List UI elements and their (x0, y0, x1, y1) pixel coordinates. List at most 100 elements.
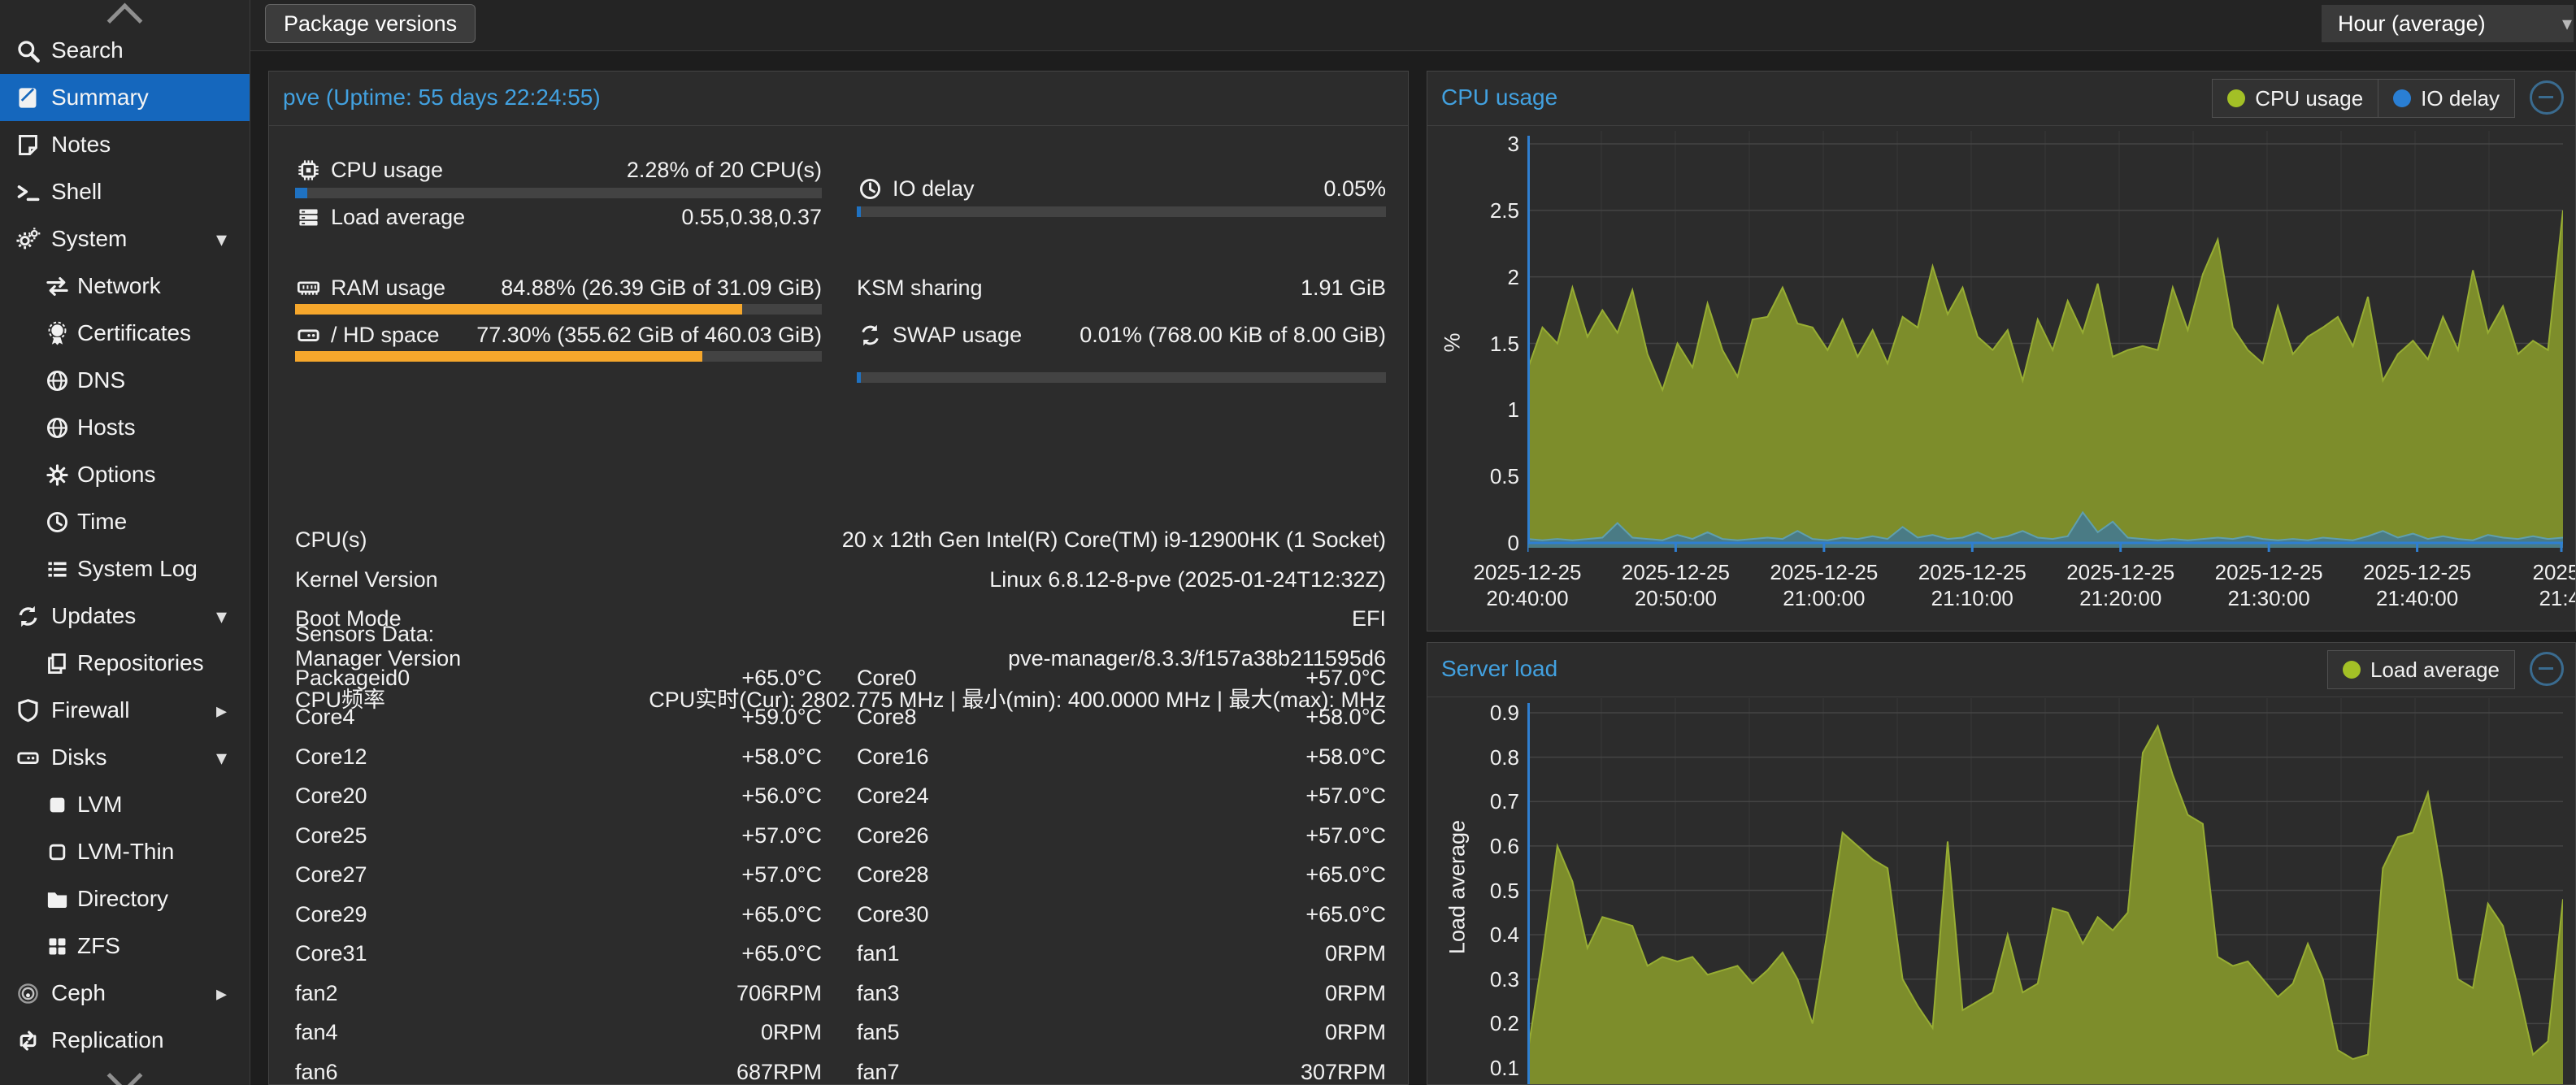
sensor-value: +57.0°C (1305, 783, 1386, 809)
sidebar-item-updates[interactable]: Updates▾ (0, 592, 250, 640)
sidebar-item-directory[interactable]: Directory (0, 875, 250, 922)
x-axis-tick: 2025-12-2521:40:00 (2336, 559, 2499, 611)
sidebar-item-disks[interactable]: Disks ▾ (0, 734, 250, 781)
copies-icon (42, 649, 72, 678)
sidebar-item-system[interactable]: System▾ (0, 215, 250, 263)
sensor-value: +58.0°C (1305, 744, 1386, 770)
undo-zoom-icon[interactable] (2530, 80, 2564, 115)
legend-io-delay-label: IO delay (2421, 86, 2500, 111)
sensor-value: 307RPM (1301, 1060, 1386, 1085)
sensor-cell: Core30+65.0°C (857, 898, 1386, 931)
server-load-chart[interactable] (1527, 698, 2563, 1085)
sensor-name: fan1 (857, 941, 900, 966)
y-axis-tick: 0.1 (1442, 1055, 1519, 1081)
ram-usage-value: 84.88% (26.39 GiB of 31.09 GiB) (501, 276, 822, 301)
hd-space-value: 77.30% (355.62 GiB of 460.03 GiB) (476, 323, 822, 348)
swap-usage-value: 0.01% (768.00 KiB of 8.00 GiB) (1079, 323, 1386, 348)
sidebar-item-label: System Log (77, 556, 198, 582)
x-axis-tick: 2025-12-2521:30:00 (2187, 559, 2350, 611)
cpu-usage-label: CPU usage (331, 158, 443, 183)
sensor-value: 0RPM (1325, 981, 1386, 1006)
network-icon (42, 271, 72, 301)
legend-load-average[interactable]: Load average (2327, 650, 2515, 689)
sensor-name: Core26 (857, 823, 929, 848)
legend-io-delay[interactable]: IO delay (2378, 79, 2515, 118)
sidebar-item-shell[interactable]: Shell (0, 168, 250, 215)
sidebar-item-firewall[interactable]: Firewall▸ (0, 687, 250, 734)
sidebar-item-dns[interactable]: DNS (0, 357, 250, 404)
sensor-value: +65.0°C (1305, 902, 1386, 927)
sidebar-item-repositories[interactable]: Repositories (0, 640, 250, 687)
y-axis-tick: 0 (1442, 530, 1519, 556)
sensor-cell: Core26 +57.0°C (857, 819, 1386, 852)
caret-right-icon: ▸ (216, 698, 227, 723)
sidebar-item-system-log[interactable]: System Log (0, 545, 250, 592)
sidebar-item-options[interactable]: Options (0, 451, 250, 498)
y-axis-tick: 0.8 (1442, 744, 1519, 770)
cpu-usage-chart[interactable] (1527, 131, 2563, 555)
sensor-value: +59.0°C (741, 705, 822, 730)
cpu-chart-header: CPU usage CPU usage IO delay (1427, 72, 2575, 126)
retweet-icon (13, 1026, 42, 1055)
caret-down-icon: ▾ (216, 745, 227, 770)
sensor-value: +57.0°C (1305, 823, 1386, 848)
sidebar-item-zfs[interactable]: ZFS (0, 922, 250, 970)
sensor-name: Core24 (857, 783, 929, 809)
globe-icon (42, 366, 72, 395)
sensor-cell: Core16 +58.0°C (857, 740, 1386, 773)
legend-cpu-usage[interactable]: CPU usage (2212, 79, 2378, 118)
status-panel-body: CPU usage 2.28% of 20 CPU(s) Load averag… (269, 126, 1408, 1084)
sensor-value: +58.0°C (1305, 705, 1386, 730)
sensor-cell: fan6687RPM (295, 1056, 822, 1085)
sidebar-item-certificates[interactable]: Certificates (0, 310, 250, 357)
load-average-label: Load average (331, 205, 465, 230)
sidebar-item-summary[interactable]: Summary (0, 74, 250, 121)
sidebar-item-label: Replication (51, 1027, 164, 1053)
sensor-name: Core31 (295, 941, 367, 966)
timeframe-value: Hour (average) (2338, 11, 2486, 37)
sensor-cell: Core24 +57.0°C (857, 780, 1386, 813)
ceph-icon (13, 979, 42, 1008)
undo-zoom-icon[interactable] (2530, 652, 2564, 686)
cpu-usage-row: CPU usage 2.28% of 20 CPU(s) (295, 155, 822, 184)
sidebar-items: SearchSummaryNotesShellSystem▾NetworkCer… (0, 27, 250, 1064)
sensor-name: fan5 (857, 1020, 900, 1045)
sidebar-item-hosts[interactable]: Hosts (0, 404, 250, 451)
sidebar-item-time[interactable]: Time (0, 498, 250, 545)
sensor-name: Core16 (857, 744, 929, 770)
sensor-row: Core27+57.0°CCore28+65.0°C (269, 859, 1408, 892)
info-row-cpu-s: CPU(s)20 x 12th Gen Intel(R) Core(TM) i9… (295, 520, 1386, 560)
sensor-cell: fan50RPM (857, 1017, 1386, 1049)
ram-usage-progressbar (295, 304, 822, 315)
sensor-cell: fan30RPM (857, 977, 1386, 1009)
sensor-cell: Core4+59.0°C (295, 701, 822, 734)
sidebar-item-lvm-thin[interactable]: LVM-Thin (0, 828, 250, 875)
io-delay-label: IO delay (893, 176, 975, 202)
status-panel-header: pve (Uptime: 55 days 22:24:55) (269, 72, 1408, 126)
sensor-value: +56.0°C (741, 783, 822, 809)
load-average-value: 0.55,0.38,0.37 (681, 205, 822, 230)
io-delay-legend-dot-icon (2393, 89, 2411, 107)
sidebar-item-lvm[interactable]: LVM (0, 781, 250, 828)
sensor-value: 706RPM (736, 981, 822, 1006)
x-axis-tick: 2025-12-2520:50:00 (1594, 559, 1757, 611)
sensor-name: Core29 (295, 902, 367, 927)
sidebar-item-notes[interactable]: Notes (0, 121, 250, 168)
list-icon (42, 554, 72, 584)
load-chart-header: Server load Load average (1427, 643, 2575, 697)
x-axis-tick: 2025-12-2521:20:00 (2040, 559, 2202, 611)
sensor-row: Core31+65.0°Cfan10RPM (269, 938, 1408, 970)
sidebar-item-network[interactable]: Network (0, 263, 250, 310)
sensor-cell: Core28+65.0°C (857, 859, 1386, 892)
timeframe-select[interactable]: Hour (average) ▾ (2322, 5, 2574, 42)
server-load-chart-panel: Server load Load average Load average 0.… (1427, 642, 2576, 1085)
sidebar-item-ceph[interactable]: Ceph▸ (0, 970, 250, 1017)
node-status-panel: pve (Uptime: 55 days 22:24:55) CPU usage… (268, 71, 1409, 1085)
sidebar-item-replication[interactable]: Replication (0, 1017, 250, 1064)
sidebar-item-label: Disks (51, 744, 106, 770)
sidebar-item-label: Options (77, 462, 156, 488)
cpu-usage-value: 2.28% of 20 CPU(s) (627, 158, 822, 183)
package-versions-button[interactable]: Package versions (265, 4, 476, 43)
sidebar-item-search[interactable]: Search (0, 27, 250, 74)
note-icon (13, 130, 42, 159)
